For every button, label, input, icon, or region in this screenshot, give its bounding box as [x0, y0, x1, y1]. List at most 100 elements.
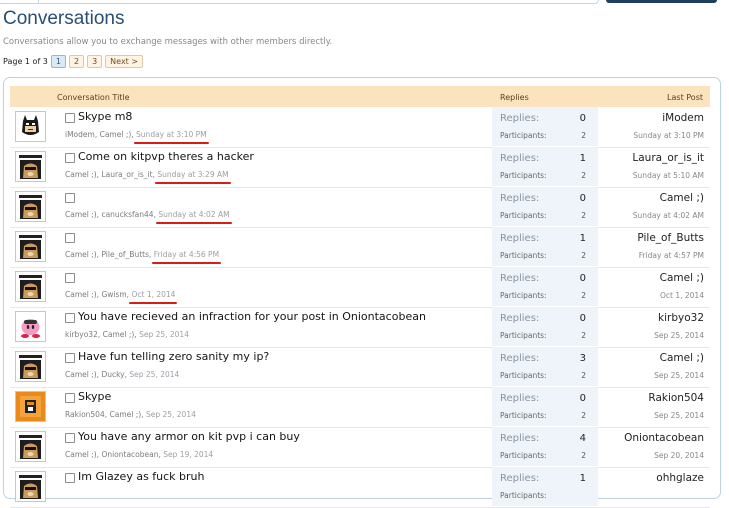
header-title[interactable]: Conversation Title [57, 93, 130, 102]
last-post-date-link[interactable]: Sunday at 4:02 AM [633, 211, 704, 220]
last-post-user-link[interactable]: Rakion504 [648, 392, 704, 404]
conversation-title-link[interactable]: Skype [78, 390, 111, 403]
select-checkbox[interactable] [65, 153, 75, 163]
page-link-1[interactable]: 1 [50, 55, 66, 68]
last-post-user-link[interactable]: kirbyo32 [658, 312, 704, 324]
doge-avatar-icon[interactable] [15, 471, 46, 502]
start-date[interactable]: Sep 25, 2014 [129, 370, 179, 379]
participant-names[interactable]: Camel ;), canucksfan44, [65, 210, 156, 219]
select-checkbox[interactable] [65, 433, 75, 443]
select-checkbox[interactable] [65, 113, 75, 123]
conversation-meta: Camel ;), Pile_of_Butts, Friday at 4:56 … [65, 250, 219, 259]
kirby-avatar-icon[interactable] [15, 311, 46, 342]
table-row[interactable]: Camel ;), Pile_of_Butts, Friday at 4:56 … [10, 227, 710, 268]
top-button-dark[interactable] [606, 0, 717, 3]
top-tab-middle[interactable] [38, 0, 599, 4]
select-checkbox[interactable] [65, 473, 75, 483]
conversation-meta: Rakion504, Camel ;), Sep 25, 2014 [65, 410, 196, 419]
doge-avatar-icon[interactable] [15, 151, 46, 182]
header-replies[interactable]: Replies [500, 93, 529, 102]
table-row[interactable]: You have any armor on kit pvp i can buy C… [10, 427, 710, 468]
table-row[interactable]: Have fun telling zero sanity my ip? Camel… [10, 347, 710, 388]
last-post-user-link[interactable]: Pile_of_Butts [637, 232, 704, 244]
page-link-3[interactable]: 3 [87, 55, 103, 68]
batman-avatar-icon[interactable] [15, 111, 46, 142]
conversation-title-link[interactable]: You have recieved an infraction for your… [78, 310, 426, 323]
participant-names[interactable]: Rakion504, Camel ;), [65, 410, 144, 419]
replies-label: Replies: [500, 473, 540, 484]
last-post-user-link[interactable]: ohhglaze [656, 472, 704, 484]
participants-count: 2 [581, 251, 586, 260]
start-date[interactable]: Sunday at 3:29 AM [157, 170, 228, 179]
start-date[interactable]: Sep 25, 2014 [146, 410, 196, 419]
last-post-user-link[interactable]: iModem [662, 112, 704, 124]
participants-label: Participants: [500, 491, 547, 500]
next-page-link[interactable]: Next > [105, 55, 144, 68]
start-date[interactable]: Oct 1, 2014 [131, 290, 175, 299]
select-checkbox[interactable] [65, 193, 75, 203]
select-checkbox[interactable] [65, 273, 75, 283]
conversation-title-link[interactable]: Have fun telling zero sanity my ip? [78, 350, 269, 363]
doge-avatar-icon[interactable] [15, 231, 46, 262]
page-navigation: Page 1 of 3 1 2 3 Next > [3, 55, 146, 68]
replies-label: Replies: [500, 433, 540, 444]
doge-avatar-icon[interactable] [15, 271, 46, 302]
table-row[interactable]: Camel ;), canucksfan44, Sunday at 4:02 A… [10, 187, 710, 228]
orange-avatar-icon[interactable] [15, 391, 46, 422]
participants-count: 2 [581, 291, 586, 300]
last-post-date-link[interactable]: Oct 1, 2014 [660, 291, 704, 300]
doge-avatar-icon[interactable] [15, 351, 46, 382]
table-row[interactable]: Come on kitpvp theres a hacker Camel ;), … [10, 147, 710, 188]
replies-count: 1 [579, 233, 586, 244]
participants-label: Participants: [500, 451, 547, 460]
replies-label: Replies: [500, 353, 540, 364]
start-date[interactable]: Sunday at 3:10 PM [136, 130, 207, 139]
conversation-meta: Camel ;), Oniontacobean, Sep 19, 2014 [65, 450, 213, 459]
participant-names[interactable]: Camel ;), Ducky, [65, 370, 127, 379]
table-row[interactable]: Skype Rakion504, Camel ;), Sep 25, 2014 Re… [10, 387, 710, 428]
last-post-user-link[interactable]: Laura_or_is_it [632, 152, 704, 164]
conversation-title-link[interactable]: You have any armor on kit pvp i can buy [78, 430, 300, 443]
last-post-user-link[interactable]: Camel ;) [660, 192, 704, 204]
last-post-date-link[interactable]: Sunday at 3:10 PM [633, 131, 704, 140]
select-checkbox[interactable] [65, 313, 75, 323]
start-date[interactable]: Friday at 4:56 PM [154, 250, 219, 259]
replies-label: Replies: [500, 113, 540, 124]
page-link-2[interactable]: 2 [68, 55, 85, 68]
start-date[interactable]: Sep 25, 2014 [139, 330, 189, 339]
participant-names[interactable]: Camel ;), Gwism, [65, 290, 129, 299]
participants-count: 2 [581, 371, 586, 380]
conversation-meta: Camel ;), Gwism, Oct 1, 2014 [65, 290, 175, 299]
select-checkbox[interactable] [65, 393, 75, 403]
select-checkbox[interactable] [65, 233, 75, 243]
participant-names[interactable]: iModem, Camel ;), [65, 130, 134, 139]
doge-avatar-icon[interactable] [15, 431, 46, 462]
replies-label: Replies: [500, 393, 540, 404]
table-row[interactable]: Im Glazey as fuck bruh Replies: 1 Particip… [10, 467, 710, 508]
table-row[interactable]: You have recieved an infraction for your… [10, 307, 710, 348]
table-row[interactable]: Camel ;), Gwism, Oct 1, 2014 Replies: 0 Par… [10, 267, 710, 308]
top-tab-left[interactable] [0, 0, 39, 4]
last-post-date-link[interactable]: Sep 25, 2014 [654, 371, 704, 380]
start-date[interactable]: Sunday at 4:02 AM [158, 210, 229, 219]
last-post-date-link[interactable]: Sep 20, 2014 [654, 451, 704, 460]
last-post-user-link[interactable]: Oniontacobean [624, 432, 704, 444]
last-post-user-link[interactable]: Camel ;) [660, 352, 704, 364]
header-last-post[interactable]: Last Post [667, 93, 703, 102]
last-post-date-link[interactable]: Sep 25, 2014 [654, 411, 704, 420]
last-post-date-link[interactable]: Sunday at 5:10 AM [633, 171, 704, 180]
conversation-title-link[interactable]: Im Glazey as fuck bruh [78, 470, 205, 483]
table-row[interactable]: Skype m8 iModem, Camel ;), Sunday at 3:10… [10, 107, 710, 148]
last-post-user-link[interactable]: Camel ;) [660, 272, 704, 284]
conversation-title-link[interactable]: Skype m8 [78, 110, 132, 123]
participant-names[interactable]: Camel ;), Laura_or_is_it, [65, 170, 155, 179]
start-date[interactable]: Sep 19, 2014 [163, 450, 213, 459]
participant-names[interactable]: Camel ;), Oniontacobean, [65, 450, 161, 459]
participant-names[interactable]: Camel ;), Pile_of_Butts, [65, 250, 151, 259]
select-checkbox[interactable] [65, 353, 75, 363]
last-post-date-link[interactable]: Friday at 4:57 PM [639, 251, 704, 260]
conversation-title-link[interactable]: Come on kitpvp theres a hacker [78, 150, 254, 163]
doge-avatar-icon[interactable] [15, 191, 46, 222]
last-post-date-link[interactable]: Sep 25, 2014 [654, 331, 704, 340]
participant-names[interactable]: kirbyo32, Camel ;), [65, 330, 137, 339]
